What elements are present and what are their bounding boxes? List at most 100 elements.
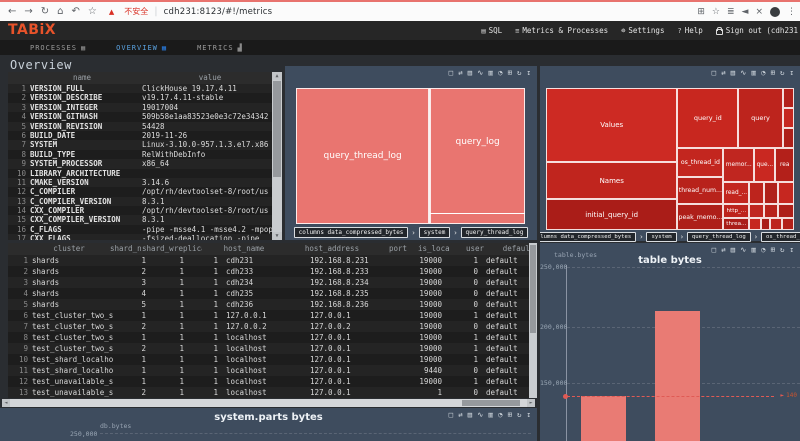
pie-chart-icon[interactable]: ◔ [761,246,766,254]
tab-metrics[interactable]: METRICS ▟ [197,44,243,52]
treemap-cell-http[interactable]: http_... [723,204,750,218]
expand-icon[interactable]: □ [712,69,717,77]
bookmark-icon[interactable]: ☆ [88,2,97,21]
vertical-scrollbar[interactable]: ▲ ▼ [272,72,282,240]
table-row[interactable]: 3 VERSION_INTEGER 19017004 [8,102,282,113]
breadcrumb-chip[interactable]: query_thread_log [686,232,751,242]
curve-icon[interactable]: ∿ [740,69,746,77]
scroll-right-icon[interactable]: ► [527,399,535,407]
table-row[interactable]: 16 C_FLAGS -pipe -msse4.1 -msse4.2 -mpop [8,224,282,235]
treemap-cell-read[interactable]: read_... [723,182,750,205]
tab-processes[interactable]: PROCESSES ▦ [30,44,86,52]
reading-list-icon[interactable]: ≣ [727,7,735,17]
download-icon[interactable]: ↧ [789,69,794,77]
treemap-cell[interactable] [782,107,794,128]
undo-icon[interactable]: ↶ [72,2,80,21]
table-row[interactable]: 7 SYSTEM Linux-3.10.0-957.1.3.el7.x86 [8,140,282,150]
grid-icon[interactable]: ⊞ [507,69,512,77]
table-row[interactable]: 5 shards 5 1 1 cdh236 192.168.8.236 1900… [8,299,537,310]
menu-item-sql[interactable]: ▤ SQL [481,26,502,35]
security-warning-label[interactable]: 不安全 [124,6,148,17]
table-row[interactable]: 12 test_unavailable_s 1 1 1 localhost 12… [8,376,537,387]
treemap-cell-os-thread-id[interactable]: os_thread_id [677,148,724,177]
home-icon[interactable]: ⌂ [57,2,63,21]
breadcrumb-chip[interactable]: columns data_compressed_bytes [540,232,637,242]
treemap-cell-thread-number[interactable]: thread_num... [677,176,724,205]
scrollbar-thumb[interactable] [462,400,520,406]
expand-icon[interactable]: □ [449,69,454,77]
treemap-cell[interactable] [782,88,794,108]
breadcrumb-chip[interactable]: system [646,232,677,242]
breadcrumb-chip[interactable]: system [418,227,451,238]
swap-icon[interactable]: ⇄ [721,69,726,77]
scrollbar-thumb[interactable] [530,245,536,333]
swap-icon[interactable]: ⇄ [458,69,463,77]
treemap-cell-thread-name[interactable]: threa... [723,217,750,230]
table-row[interactable]: 1 VERSION_FULL ClickHouse 19.17.4.11 [8,84,282,94]
treemap-cell-initial-query-id[interactable]: initial_query_id [546,199,678,230]
avatar[interactable] [770,6,780,17]
treemap-cell-query-log[interactable]: query_log [430,88,525,224]
scroll-up-icon[interactable]: ▲ [272,72,282,80]
treemap-cell-query-id[interactable]: query_id [677,88,739,149]
menu-item-help[interactable]: ? Help [677,26,702,35]
treemap-cell-peak-memory[interactable]: peak_memo... [677,204,724,230]
table-row[interactable]: 13 C_COMPILER_VERSION 8.3.1 [8,196,282,207]
kebab-menu-icon[interactable]: ⋮ [787,7,796,17]
treemap-cell-values[interactable]: Values [546,88,678,162]
refresh-icon[interactable]: ↻ [517,69,522,77]
breadcrumb-chip[interactable]: os_thread_id [761,232,800,242]
table-row[interactable]: 5 VERSION_REVISION 54428 [8,121,282,131]
grid-icon[interactable]: ⊞ [770,246,775,254]
treemap-cell-memory-usage[interactable]: memor... [723,148,755,183]
pie-chart-icon[interactable]: ◔ [761,69,766,77]
table-row[interactable]: 15 CXX_COMPILER_VERSION 8.3.1 [8,215,282,225]
table-row[interactable]: 9 test_cluster_two_s 2 1 1 localhost 127… [8,343,537,354]
table-row[interactable]: 10 LIBRARY_ARCHITECTURE [8,168,282,178]
scroll-down-icon[interactable]: ▼ [272,232,282,240]
refresh-icon[interactable]: ↻ [780,246,785,254]
tab-overview[interactable]: OVERVIEW ▦ [116,44,167,52]
back-icon[interactable]: ← [8,2,16,21]
table-row[interactable]: 12 C_COMPILER /opt/rh/devtoolset-8/root/… [8,187,282,197]
bar-series-2[interactable] [655,311,700,441]
treemap-cell[interactable] [760,217,771,230]
treemap-cell-query-thread-log[interactable]: query_thread_log [296,88,430,224]
table-row[interactable]: 4 VERSION_GITHASH 509b58e1aa83523e0e3c72… [8,112,282,122]
table-row[interactable]: 6 test_cluster_two_s 1 1 1 127.0.0.1 127… [8,310,537,321]
table-row[interactable]: 17 CXX_FLAGS -fsized-deallocation -pipe [8,234,282,240]
treemap-cell-que[interactable]: que... [754,148,776,183]
bar-chart-icon[interactable]: ▥ [488,69,493,77]
table-row[interactable]: 2 shards 2 1 1 cdh233 192.168.8.233 1900… [8,266,537,277]
table-row[interactable]: 1 shards 1 1 1 cdh231 192.168.8.231 1900… [8,255,537,266]
table-row[interactable]: 10 test_shard_localho 1 1 1 localhost 12… [8,354,537,365]
refresh-icon[interactable]: ↻ [780,69,785,77]
data-table-icon[interactable]: ▤ [731,246,736,254]
treemap-cell[interactable] [749,182,765,205]
menu-item-metrics-processes[interactable]: ≡ Metrics & Processes [515,26,608,35]
grid-icon[interactable]: ⊞ [770,69,775,77]
download-icon[interactable]: ↧ [526,69,531,77]
treemap-cell[interactable] [777,182,794,205]
breadcrumb-chip[interactable]: columns data_compressed_bytes [293,227,409,238]
security-warning-icon[interactable]: ▲ [109,8,114,16]
treemap-cell-names[interactable]: Names [546,161,678,200]
treemap-cell[interactable] [764,204,778,218]
menu-item-settings[interactable]: ☸ Settings [621,26,664,35]
tabix-logo[interactable]: TABiX [8,22,56,38]
table-row[interactable]: 6 BUILD_DATE 2019-11-26 [8,130,282,141]
table-row[interactable]: 13 test_unavailable_s 2 1 1 localhost 12… [8,387,537,398]
bar-series-1[interactable] [581,396,626,441]
table-row[interactable]: 11 test_shard_localho 1 1 1 localhost 12… [8,365,537,376]
star-icon[interactable]: ☆ [712,7,720,17]
scroll-left-icon[interactable]: ◄ [2,399,10,407]
treemap-cell[interactable] [749,217,761,230]
chart-legend[interactable]: db.bytes [100,422,131,430]
table-row[interactable]: 8 BUILD_TYPE RelWithDebInfo [8,149,282,160]
table-row[interactable]: 8 test_cluster_two_s 1 1 1 localhost 127… [8,332,537,343]
breadcrumb-chip[interactable]: query_thread_log [460,227,529,238]
table-row[interactable]: 11 CMAKE_VERSION 3.14.6 [8,177,282,188]
address-bar[interactable]: cdh231:8123/#!/metrics [164,7,273,17]
table-row[interactable]: 4 shards 4 1 1 cdh235 192.168.8.235 1900… [8,288,537,299]
curve-icon[interactable]: ∿ [740,246,746,254]
